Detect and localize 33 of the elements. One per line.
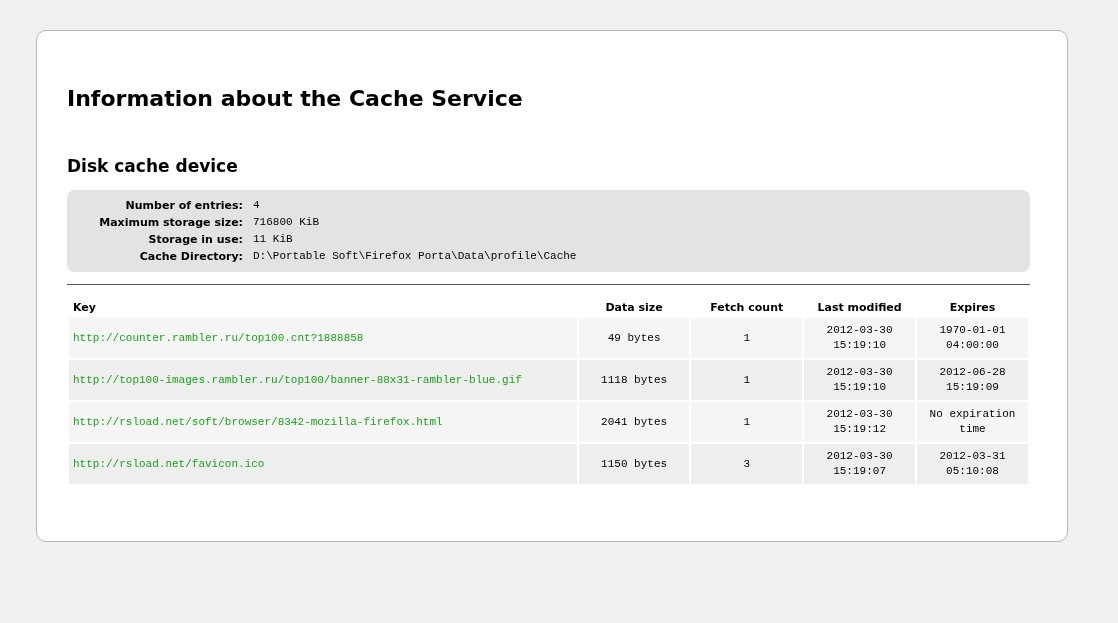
table-cell-text: 2012-03-30 15:19:12: [825, 407, 894, 437]
page-title: Information about the Cache Service: [67, 86, 524, 111]
field-label: Storage in use:: [147, 232, 243, 247]
table-cell-text: 2012-03-30 15:19:07: [825, 449, 894, 479]
table-cell-text: 1970-01-01 04:00:00: [938, 323, 1007, 353]
column-header: Expires: [948, 300, 997, 316]
column-header: Fetch count: [709, 300, 785, 316]
table-cell: 1: [691, 318, 803, 358]
table-cell-text: 2012-03-30 15:19:10: [825, 323, 894, 353]
table-cell: No expiration time: [929, 407, 1016, 437]
section-heading: Disk cache device: [67, 156, 239, 176]
table-cell: 1: [691, 360, 803, 400]
field-label: Cache Directory:: [138, 249, 243, 264]
column-header: Key: [72, 300, 97, 316]
table-cell: 1118 bytes: [578, 360, 690, 400]
table-cell: 1150 bytes: [578, 444, 690, 484]
cache-key-link[interactable]: http://rsload.net/favicon.ico: [73, 457, 265, 470]
field-label: Maximum storage size:: [98, 215, 243, 230]
column-header: Last modified: [816, 300, 903, 316]
table-cell: 3: [691, 444, 803, 484]
table-cell-text: 2012-03-31 05:10:08: [938, 449, 1007, 479]
cache-key-link[interactable]: http://counter.rambler.ru/top100.cnt?1888858: [73, 331, 364, 344]
table-cell-text: 2012-03-30 15:19:10: [825, 365, 894, 395]
field-value: 716800 KiB: [253, 215, 320, 230]
field-value: 4: [253, 198, 261, 213]
field-value: 11 KiB: [253, 232, 294, 247]
column-header: Data size: [604, 300, 664, 316]
table-cell: 2041 bytes: [578, 402, 690, 442]
field-value: D:\Portable Soft\Firefox Porta\Data\profile\Cache: [253, 249, 577, 264]
field-label: Number of entries:: [124, 198, 243, 213]
table-cell: 1: [691, 402, 803, 442]
table-cell-text: 2012-06-28 15:19:09: [938, 365, 1007, 395]
table-cell: 49 bytes: [578, 318, 690, 358]
